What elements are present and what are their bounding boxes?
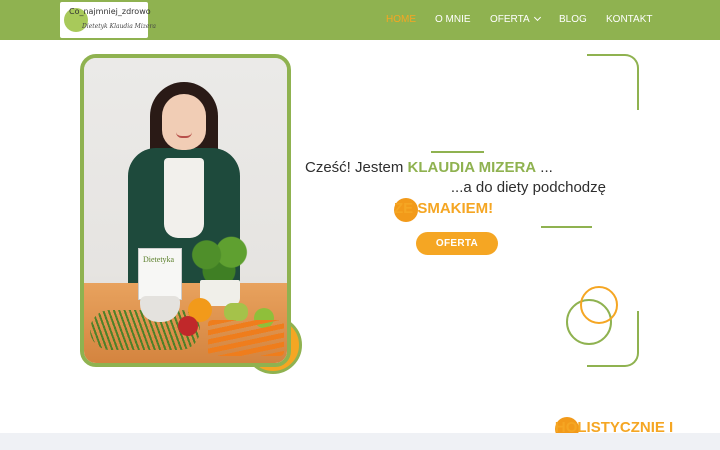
hero-ellipsis: ...	[536, 159, 553, 176]
main-nav: HOME O MNIE OFERTA BLOG KONTAKT	[0, 0, 720, 40]
hero-highlight-taste: ZE SMAKIEM!	[394, 198, 493, 222]
photo-red-apple	[178, 316, 198, 336]
divider-line-bottom	[541, 226, 592, 228]
divider-line-top	[431, 151, 484, 153]
nav-item-home[interactable]: HOME	[386, 14, 416, 25]
hero-approach-text: ...a do diety podchodzę	[450, 179, 606, 196]
hero-line-1: Cześć! Jestem KLAUDIA MIZERA ...	[305, 157, 553, 178]
hero-photo: Dietetyka	[80, 54, 291, 367]
hero-name: KLAUDIA MIZERA	[407, 159, 537, 176]
photo-basil-plant	[188, 234, 250, 286]
photo-face	[162, 94, 206, 150]
oferta-button[interactable]: OFERTA	[416, 232, 498, 255]
nav-item-kontakt[interactable]: KONTAKT	[606, 14, 652, 25]
hero-line-2: ...a do diety podchodzę HOLISTYCZNIE I	[450, 177, 673, 441]
next-section-band	[0, 433, 720, 450]
decorative-orange-ring	[580, 286, 618, 324]
nav-item-oferta-label: OFERTA	[490, 14, 530, 25]
page: Co_najmniej_zdrowo Dietetyk Klaudia Mize…	[0, 0, 720, 450]
photo-book: Dietetyka	[138, 248, 182, 300]
decorative-bracket-top-right	[587, 54, 639, 110]
chevron-down-icon	[533, 13, 541, 22]
nav-item-oferta[interactable]: OFERTA	[490, 13, 541, 25]
book-title: Dietetyka	[143, 255, 175, 264]
photo-carrots	[208, 320, 284, 356]
top-navigation-bar: Co_najmniej_zdrowo Dietetyk Klaudia Mize…	[0, 0, 720, 40]
photo-shirt	[164, 158, 204, 238]
nav-item-o-mnie[interactable]: O MNIE	[435, 14, 471, 25]
photo-grapes	[224, 303, 248, 321]
hero-greeting: Cześć! Jestem	[305, 159, 408, 176]
nav-item-blog[interactable]: BLOG	[559, 14, 587, 25]
